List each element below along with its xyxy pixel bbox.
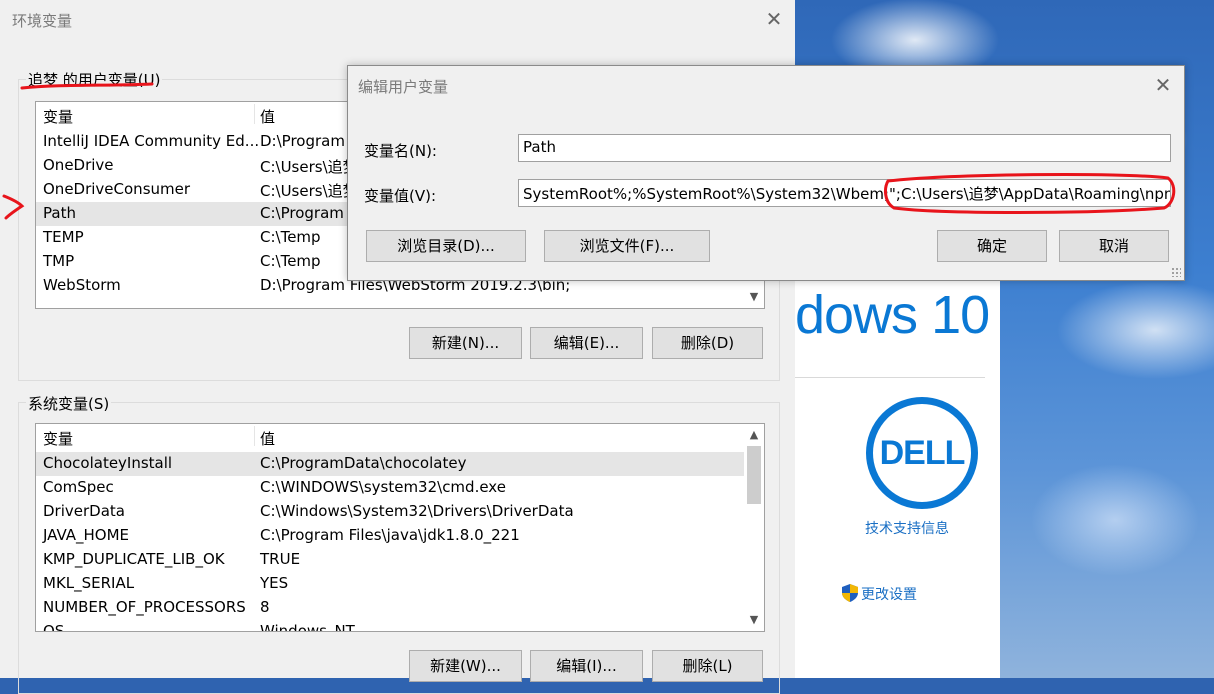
row-name: OS <box>43 622 65 632</box>
variable-value-input[interactable]: SystemRoot%;%SystemRoot%\System32\Wbem;"… <box>518 179 1171 207</box>
edit-user-variable-dialog: 编辑用户变量 ✕ 变量名(N): Path 变量值(V): SystemRoot… <box>347 65 1185 281</box>
row-name: ChocolateyInstall <box>43 454 173 472</box>
row-value: 8 <box>260 598 270 616</box>
table-row[interactable]: MKL_SERIAL YES <box>36 572 744 596</box>
scroll-down-icon[interactable]: ▼ <box>744 288 764 306</box>
row-name: Path <box>43 204 76 222</box>
row-value: C:\Users\追梦 <box>260 182 358 200</box>
row-name: WebStorm <box>43 276 121 294</box>
column-header-value[interactable]: 值 <box>260 428 275 449</box>
row-name: NUMBER_OF_PROCESSORS <box>43 598 246 616</box>
column-header-name[interactable]: 变量 <box>43 428 73 449</box>
divider <box>795 377 985 378</box>
user-delete-button[interactable]: 删除(D) <box>652 327 763 359</box>
row-value: C:\Users\追梦 <box>260 158 358 176</box>
system-edit-button[interactable]: 编辑(I)... <box>530 650 643 682</box>
dialog-title: 编辑用户变量 <box>358 78 449 96</box>
vertical-scrollbar[interactable]: ▲ ▼ <box>744 424 764 631</box>
user-variables-label: 追梦 的用户变量(U) <box>26 69 163 90</box>
close-icon[interactable]: ✕ <box>1153 75 1173 95</box>
variable-value-label: 变量值(V): <box>364 187 437 205</box>
column-header-value[interactable]: 值 <box>260 106 275 127</box>
row-value: YES <box>260 574 289 592</box>
row-value: C:\Program <box>260 204 344 222</box>
table-row[interactable]: OS Windows_NT <box>36 620 744 632</box>
change-settings-link[interactable]: 更改设置 <box>861 584 917 604</box>
row-name: JAVA_HOME <box>43 526 130 544</box>
system-delete-button[interactable]: 删除(L) <box>652 650 763 682</box>
table-row[interactable]: DriverData C:\Windows\System32\Drivers\Dr… <box>36 500 744 524</box>
close-icon[interactable]: ✕ <box>764 9 784 29</box>
row-value: C:\Temp <box>260 228 321 246</box>
browse-directory-button[interactable]: 浏览目录(D)... <box>366 230 526 262</box>
row-name: ComSpec <box>43 478 114 496</box>
user-new-button[interactable]: 新建(N)... <box>409 327 522 359</box>
row-value: TRUE <box>260 550 301 568</box>
row-name: OneDriveConsumer <box>43 180 191 198</box>
dialog-title: 环境变量 <box>12 12 73 30</box>
row-name: OneDrive <box>43 156 114 174</box>
row-value: Windows_NT <box>260 622 355 632</box>
row-value: C:\ProgramData\chocolatey <box>260 454 467 472</box>
row-value: C:\Windows\System32\Drivers\DriverData <box>260 502 574 520</box>
row-name: MKL_SERIAL <box>43 574 135 592</box>
row-value: C:\WINDOWS\system32\cmd.exe <box>260 478 506 496</box>
row-name: DriverData <box>43 502 125 520</box>
browse-file-button[interactable]: 浏览文件(F)... <box>544 230 710 262</box>
windows-10-logo: dows 10 <box>795 285 990 345</box>
support-info-link[interactable]: 技术支持信息 <box>865 518 949 538</box>
list-header: 变量 值 <box>36 424 764 448</box>
row-name: KMP_DUPLICATE_LIB_OK <box>43 550 225 568</box>
row-name: IntelliJ IDEA Community Ed... <box>43 132 260 150</box>
column-separator[interactable] <box>254 426 255 446</box>
row-value: D:\Program <box>260 132 345 150</box>
system-new-button[interactable]: 新建(W)... <box>409 650 522 682</box>
variable-name-label: 变量名(N): <box>364 142 437 160</box>
resize-grip-icon[interactable] <box>1171 267 1181 277</box>
dell-logo-text: DELL <box>879 433 966 472</box>
row-name: TEMP <box>43 228 84 246</box>
scroll-down-icon[interactable]: ▼ <box>744 611 764 629</box>
table-row[interactable]: NUMBER_OF_PROCESSORS 8 <box>36 596 744 620</box>
variable-name-input[interactable]: Path <box>518 134 1171 162</box>
column-header-name[interactable]: 变量 <box>43 106 73 127</box>
scrollbar-thumb[interactable] <box>747 446 761 504</box>
scroll-up-icon[interactable]: ▲ <box>744 426 764 444</box>
dell-logo: DELL <box>866 397 978 509</box>
system-variables-label: 系统变量(S) <box>26 393 112 414</box>
table-row[interactable]: KMP_DUPLICATE_LIB_OK TRUE <box>36 548 744 572</box>
cancel-button[interactable]: 取消 <box>1059 230 1169 262</box>
uac-shield-icon <box>842 584 858 602</box>
row-value: C:\Temp <box>260 252 321 270</box>
table-row[interactable]: JAVA_HOME C:\Program Files\java\jdk1.8.0_… <box>36 524 744 548</box>
column-separator[interactable] <box>254 104 255 124</box>
table-row[interactable]: ComSpec C:\WINDOWS\system32\cmd.exe <box>36 476 744 500</box>
row-name: TMP <box>43 252 75 270</box>
table-row-selected[interactable]: ChocolateyInstall C:\ProgramData\chocolat… <box>36 452 744 476</box>
system-variables-list[interactable]: 变量 值 ChocolateyInstall C:\ProgramData\cho… <box>35 423 765 632</box>
row-value: C:\Program Files\java\jdk1.8.0_221 <box>260 526 520 544</box>
ok-button[interactable]: 确定 <box>937 230 1047 262</box>
user-edit-button[interactable]: 编辑(E)... <box>530 327 643 359</box>
